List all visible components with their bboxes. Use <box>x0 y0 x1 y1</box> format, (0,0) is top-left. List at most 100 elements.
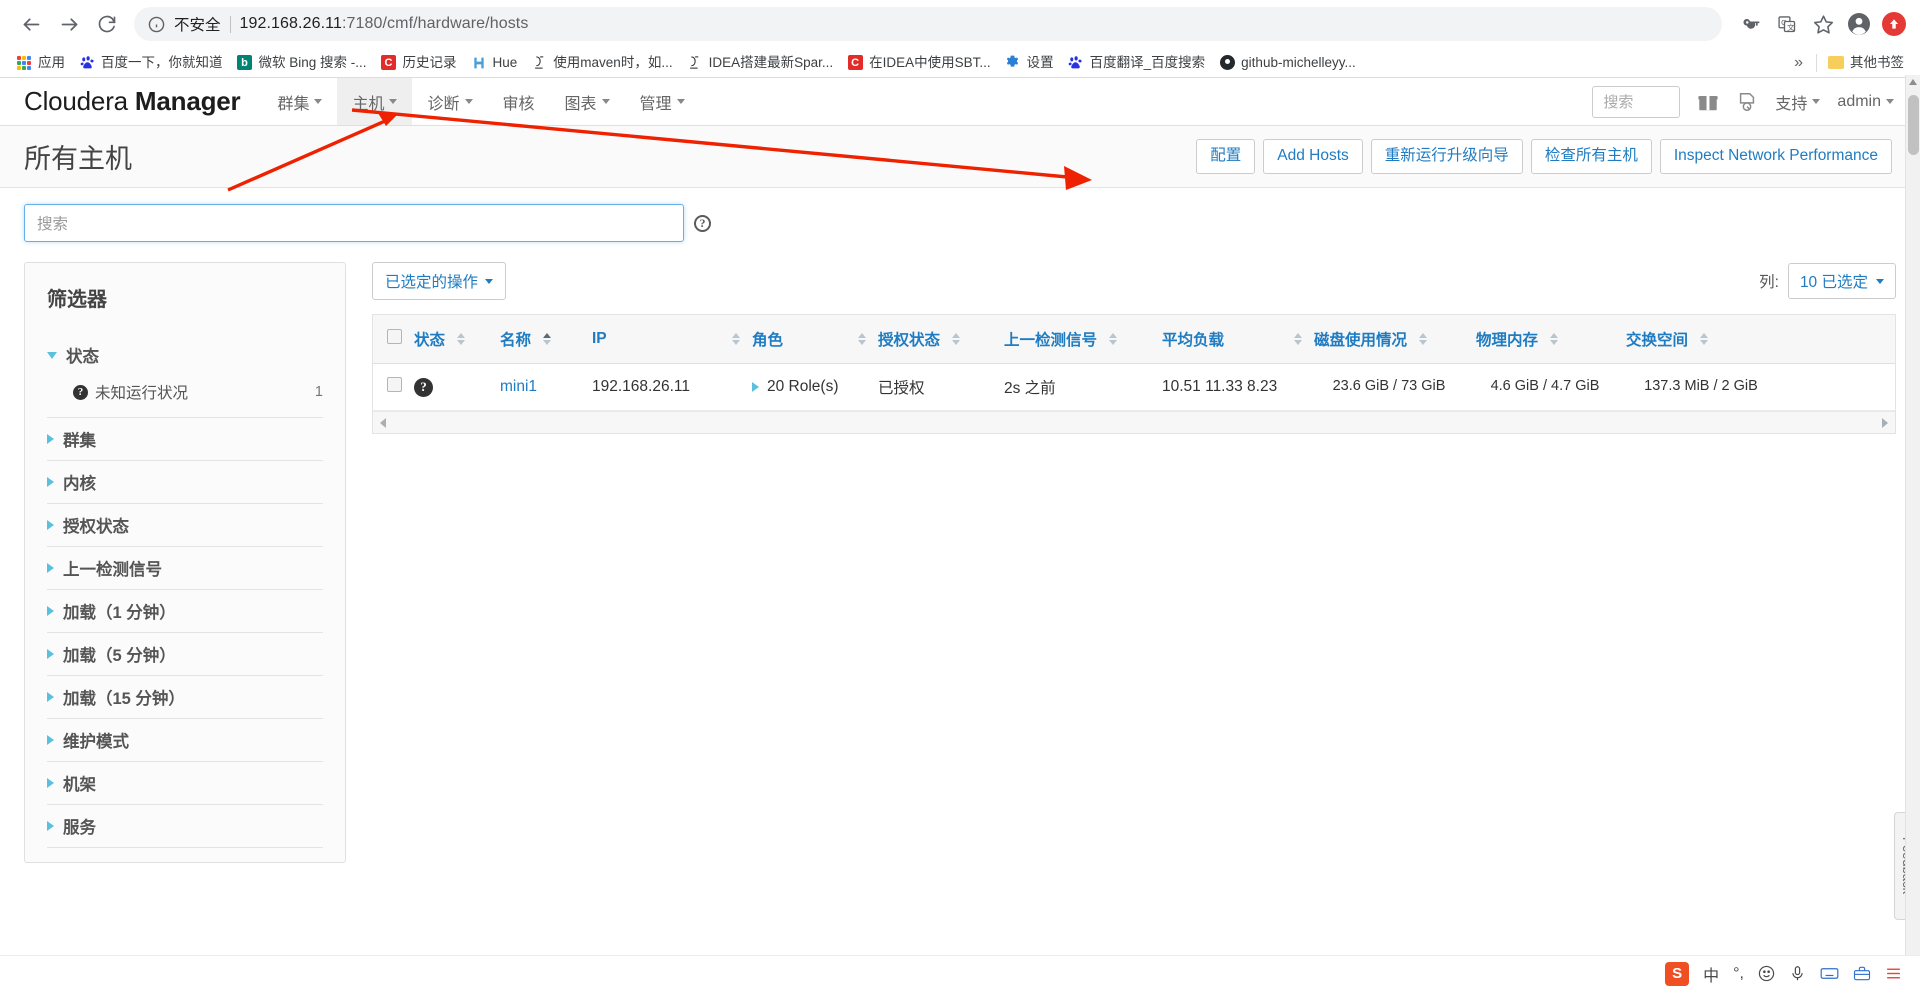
nav-item-hosts[interactable]: 主机 <box>337 78 413 125</box>
filter-group-header[interactable]: 状态 <box>47 334 323 376</box>
config-button[interactable]: 配置 <box>1196 139 1256 174</box>
sort-icon[interactable] <box>732 333 740 345</box>
header-label: 状态 <box>414 332 446 349</box>
inspect-network-performance-button[interactable]: Inspect Network Performance <box>1659 139 1892 174</box>
host-name-link[interactable]: mini1 <box>500 378 537 395</box>
sort-icon[interactable] <box>1109 333 1118 345</box>
back-arrow-icon[interactable] <box>14 7 48 41</box>
sort-icon[interactable] <box>543 333 552 345</box>
menu-icon[interactable] <box>1885 965 1902 982</box>
sort-icon[interactable] <box>1550 333 1559 345</box>
sogou-logo-icon[interactable]: S <box>1665 961 1690 986</box>
filter-group-header[interactable]: 群集 <box>47 418 323 460</box>
parcel-icon[interactable] <box>1736 91 1758 113</box>
sort-icon[interactable] <box>457 333 466 345</box>
bookmark-star-icon[interactable] <box>1810 11 1836 37</box>
bookmark-maven-note[interactable]: 使用maven时，如... <box>524 53 679 73</box>
filter-group-header[interactable]: 维护模式 <box>47 719 323 761</box>
bookmark-apps[interactable]: 应用 <box>9 53 72 73</box>
sort-icon[interactable] <box>952 333 961 345</box>
add-hosts-button[interactable]: Add Hosts <box>1263 139 1363 174</box>
filter-group-header[interactable]: 机架 <box>47 762 323 804</box>
columns-select[interactable]: 10 已选定 <box>1787 263 1896 299</box>
header-ip[interactable]: IP <box>586 315 746 364</box>
support-menu[interactable]: 支持 <box>1775 90 1821 114</box>
table-horizontal-scrollbar[interactable] <box>373 411 1895 433</box>
header-physical-memory[interactable]: 物理内存 <box>1470 315 1620 364</box>
roles-count-label[interactable]: 20 Role(s) <box>767 378 839 396</box>
filter-group-header[interactable]: 加载（5 分钟） <box>47 633 323 675</box>
forward-arrow-icon[interactable] <box>52 7 86 41</box>
page-scrollbar[interactable] <box>1905 75 1920 955</box>
bookmark-baidu-translate[interactable]: 百度翻译_百度搜索 <box>1061 53 1213 73</box>
header-disk-usage[interactable]: 磁盘使用情况 <box>1308 315 1470 364</box>
header-swap-space[interactable]: 交换空间 <box>1620 315 1895 364</box>
header-license-status[interactable]: 授权状态 <box>872 315 998 364</box>
sort-icon[interactable] <box>1700 333 1709 345</box>
row-checkbox[interactable] <box>387 377 402 392</box>
scroll-left-icon[interactable] <box>380 417 386 428</box>
bookmark-bing[interactable]: b 微软 Bing 搜索 -... <box>230 53 374 73</box>
global-search-input[interactable]: 搜索 <box>1592 85 1681 118</box>
bookmark-baidu[interactable]: 百度一下，你就知道 <box>72 53 230 73</box>
toolbox-icon[interactable] <box>1853 965 1871 983</box>
nav-item-clusters[interactable]: 群集 <box>262 78 337 125</box>
key-icon[interactable] <box>1738 11 1764 37</box>
unknown-health-icon[interactable]: ? <box>414 377 433 397</box>
filter-item-unknown-health[interactable]: ? 未知运行状况 1 <box>47 376 323 417</box>
bookmark-github[interactable]: github-michelleyy... <box>1212 53 1363 73</box>
filter-group-header[interactable]: 加载（1 分钟） <box>47 590 323 632</box>
nav-item-audits[interactable]: 审核 <box>488 78 550 125</box>
bookmark-idea-spark[interactable]: IDEA搭建最新Spar... <box>680 53 841 73</box>
sort-icon[interactable] <box>1294 333 1302 345</box>
nav-item-diagnostics[interactable]: 诊断 <box>412 78 487 125</box>
other-bookmarks-button[interactable]: 其他书签 <box>1821 53 1911 73</box>
nav-item-charts[interactable]: 图表 <box>550 78 625 125</box>
scroll-right-icon[interactable] <box>1882 417 1888 428</box>
rerun-upgrade-wizard-button[interactable]: 重新运行升级向导 <box>1370 139 1523 174</box>
keyboard-icon[interactable] <box>1820 964 1839 983</box>
help-circle-icon[interactable]: ? <box>694 214 711 232</box>
bookmark-idea-sbt[interactable]: C 在IDEA中使用SBT... <box>840 53 998 73</box>
bookmarks-overflow-button[interactable]: » <box>1785 54 1812 72</box>
update-arrow-icon[interactable] <box>1882 12 1906 36</box>
nav-item-administration[interactable]: 管理 <box>625 78 700 125</box>
header-load-average[interactable]: 平均负载 <box>1156 315 1308 364</box>
filter-group-header[interactable]: 服务 <box>47 805 323 847</box>
chevron-right-icon[interactable] <box>752 382 759 392</box>
bookmark-history[interactable]: C 历史记录 <box>374 53 464 73</box>
bookmark-hue[interactable]: Hue <box>464 53 525 73</box>
mic-icon[interactable] <box>1789 965 1806 982</box>
filter-group-header[interactable]: 加载（15 分钟） <box>47 676 323 718</box>
header-status[interactable]: 状态 <box>408 315 494 364</box>
profile-avatar-icon[interactable] <box>1846 11 1872 37</box>
filter-group-header[interactable]: 内核 <box>47 461 323 503</box>
app-logo[interactable]: Cloudera Manager <box>24 78 241 125</box>
ime-punctuation-label[interactable]: °, <box>1733 965 1744 983</box>
host-search-input[interactable]: 搜索 <box>24 204 684 242</box>
scrollbar-thumb[interactable] <box>1908 95 1919 155</box>
select-all-checkbox[interactable] <box>387 329 402 344</box>
address-bar[interactable]: 不安全 192.168.26.11:7180/cmf/hardware/host… <box>134 7 1722 41</box>
smiley-icon[interactable] <box>1758 965 1775 982</box>
header-name[interactable]: 名称 <box>494 315 586 364</box>
filter-group-header[interactable]: 授权状态 <box>47 504 323 546</box>
inspect-all-hosts-button[interactable]: 检查所有主机 <box>1530 139 1652 174</box>
table-row[interactable]: ? mini1 192.168.26.11 20 Role(s) 已授权 2s … <box>373 363 1895 411</box>
gift-icon[interactable] <box>1697 91 1719 113</box>
reload-icon[interactable] <box>90 7 124 41</box>
app-navbar: Cloudera Manager 群集 主机 诊断 审核 图表 管理 搜索 支持… <box>0 78 1920 126</box>
scroll-up-icon[interactable] <box>1909 79 1917 85</box>
bookmark-settings[interactable]: 设置 <box>998 53 1061 73</box>
sort-icon[interactable] <box>858 333 866 345</box>
header-last-heartbeat[interactable]: 上一检测信号 <box>998 315 1156 364</box>
translate-icon[interactable]: G文 <box>1774 11 1800 37</box>
ime-mode-label[interactable]: 中 <box>1703 962 1719 986</box>
user-menu[interactable]: admin <box>1837 93 1894 111</box>
filter-group-header[interactable]: 上一检测信号 <box>47 547 323 589</box>
chevron-down-icon <box>1886 99 1894 104</box>
sort-icon[interactable] <box>1419 333 1428 345</box>
site-info-icon[interactable] <box>148 16 165 33</box>
selected-actions-button[interactable]: 已选定的操作 <box>372 262 507 300</box>
header-roles[interactable]: 角色 <box>746 315 872 364</box>
